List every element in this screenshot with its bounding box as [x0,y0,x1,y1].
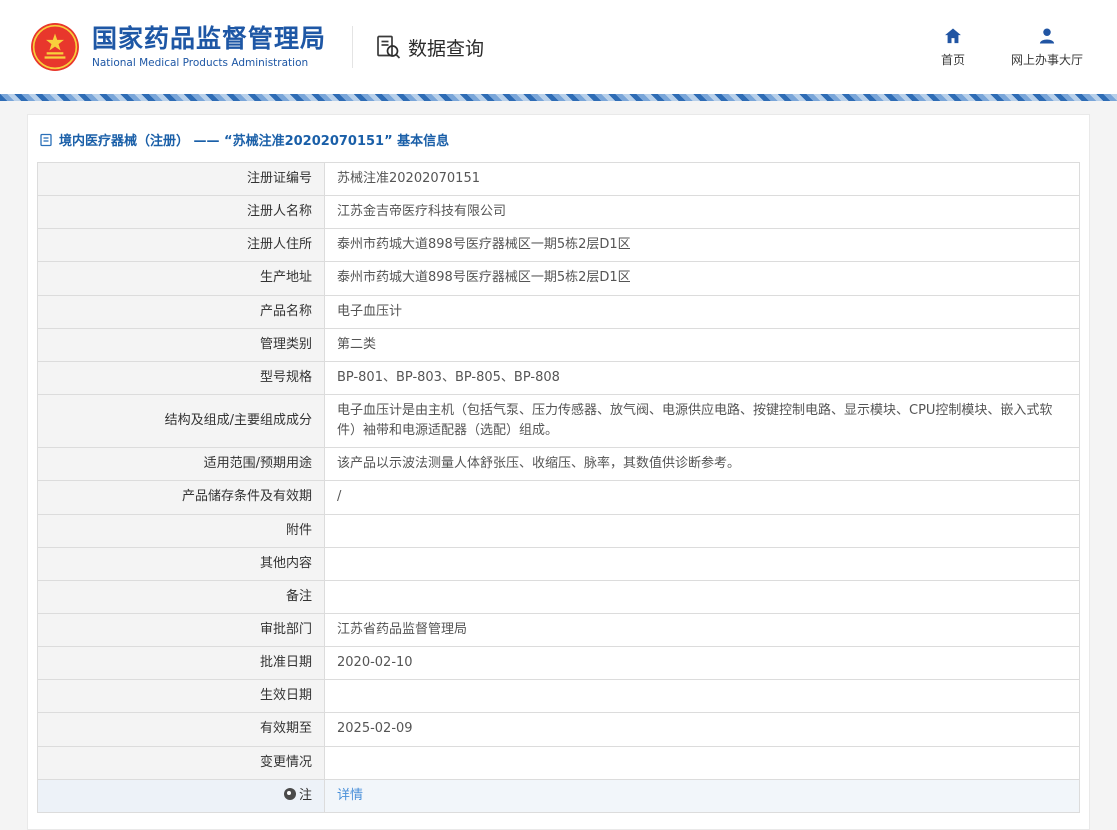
row-label: 批准日期 [37,646,325,681]
row-label: 有效期至 [37,712,325,747]
row-label: 变更情况 [37,745,325,780]
site-header: 国家药品监督管理局 National Medical Products Admi… [0,0,1117,94]
header-divider [352,26,354,68]
row-value [324,513,1080,548]
row-value: 2020-02-10 [324,646,1080,681]
breadcrumb: 境内医疗器械（注册） —— “苏械注准20202070151” 基本信息 [37,125,1080,162]
org-name-en: National Medical Products Administration [92,56,309,69]
header-nav: 首页 网上办事大厅 [941,26,1083,68]
row-label: 生效日期 [37,679,325,714]
table-row: 注册人住所 泰州市药城大道898号医疗器械区一期5栋2层D1区 [37,228,1080,263]
detail-link[interactable]: 详情 [337,788,363,803]
table-row: 结构及组成/主要组成成分 电子血压计是由主机（包括气泵、压力传感器、放气阀、电源供… [37,393,1080,449]
row-label: 附件 [37,513,325,548]
row-value [324,679,1080,714]
table-row: 附件 [37,513,1080,548]
nav-service-hall[interactable]: 网上办事大厅 [1011,26,1083,68]
row-label: 注册证编号 [37,161,325,197]
row-value [324,546,1080,581]
nmpa-logo[interactable]: 国家药品监督管理局 National Medical Products Admi… [30,22,326,72]
row-label: 注 [37,778,325,813]
row-value: 苏械注准20202070151 [324,161,1080,197]
user-icon [1039,28,1055,44]
home-icon [945,28,961,44]
info-table-body: 注册证编号 苏械注准20202070151 注册人名称 江苏金吉帝医疗科技有限公司 注册… [37,161,1080,813]
nav-home[interactable]: 首页 [941,26,965,68]
table-row: 备注 [37,579,1080,614]
row-value: 电子血压计 [324,294,1080,329]
row-label: 审批部门 [37,612,325,648]
row-label: 结构及组成/主要组成成分 [37,393,325,449]
decorative-blue-strip [0,94,1117,101]
table-row: 有效期至 2025-02-09 [37,712,1080,747]
org-names: 国家药品监督管理局 National Medical Products Admi… [92,24,327,69]
row-label: 其他内容 [37,546,325,581]
data-query-icon [377,35,401,59]
row-value: 泰州市药城大道898号医疗器械区一期5栋2层D1区 [324,228,1080,263]
row-value: 电子血压计是由主机（包括气泵、压力传感器、放气阀、电源供应电路、按键控制电路、显… [324,393,1080,449]
breadcrumb-title: 境内医疗器械（注册） —— “苏械注准20202070151” 基本信息 [59,134,450,149]
data-query-title: 数据查询 [408,37,485,60]
table-row: 其他内容 [37,546,1080,581]
row-value: 详情 [324,778,1080,813]
nav-service-hall-label: 网上办事大厅 [1010,53,1083,67]
table-row: 注详情 [37,778,1080,813]
document-icon [40,133,52,146]
table-row: 生产地址 泰州市药城大道898号医疗器械区一期5栋2层D1区 [37,261,1080,296]
table-row: 变更情况 [37,745,1080,780]
table-row: 生效日期 [37,679,1080,714]
table-row: 型号规格 BP-801、BP-803、BP-805、BP-808 [37,360,1080,395]
table-row: 注册人名称 江苏金吉帝医疗科技有限公司 [37,195,1080,230]
row-value: 江苏金吉帝医疗科技有限公司 [324,195,1080,230]
table-row: 适用范围/预期用途 该产品以示波法测量人体舒张压、收缩压、脉率，其数值供诊断参考。 [37,447,1080,482]
row-label: 备注 [37,579,325,614]
row-value: 泰州市药城大道898号医疗器械区一期5栋2层D1区 [324,261,1080,296]
row-label: 产品储存条件及有效期 [37,480,325,515]
nav-home-label: 首页 [940,53,965,67]
row-label: 管理类别 [37,327,325,362]
table-row: 批准日期 2020-02-10 [37,646,1080,681]
org-name-cn: 国家药品监督管理局 [92,24,327,54]
main-content: 境内医疗器械（注册） —— “苏械注准20202070151” 基本信息 注册证… [0,101,1117,830]
row-label: 注册人名称 [37,195,325,230]
row-value: 第二类 [324,327,1080,362]
table-row: 产品名称 电子血压计 [37,294,1080,329]
table-row: 审批部门 江苏省药品监督管理局 [37,612,1080,648]
data-query-section: 数据查询 [375,34,484,61]
row-label: 注册人住所 [37,228,325,263]
row-value [324,745,1080,780]
table-row: 管理类别 第二类 [37,327,1080,362]
row-label: 产品名称 [37,294,325,329]
row-value: 2025-02-09 [324,712,1080,747]
row-label: 生产地址 [37,261,325,296]
row-value: 该产品以示波法测量人体舒张压、收缩压、脉率，其数值供诊断参考。 [324,447,1080,482]
row-value: BP-801、BP-803、BP-805、BP-808 [324,360,1080,395]
row-label: 型号规格 [37,360,325,395]
row-value [324,579,1080,614]
row-label: 适用范围/预期用途 [37,447,325,482]
registration-info-table: 注册证编号 苏械注准20202070151 注册人名称 江苏金吉帝医疗科技有限公司 注册… [37,161,1080,813]
row-value: / [324,480,1080,515]
registration-card: 境内医疗器械（注册） —— “苏械注准20202070151” 基本信息 注册证… [27,114,1090,830]
table-row: 注册证编号 苏械注准20202070151 [37,161,1080,197]
note-icon [283,787,296,800]
table-row: 产品储存条件及有效期 / [37,480,1080,515]
national-emblem-icon [31,23,79,71]
row-value: 江苏省药品监督管理局 [324,612,1080,648]
